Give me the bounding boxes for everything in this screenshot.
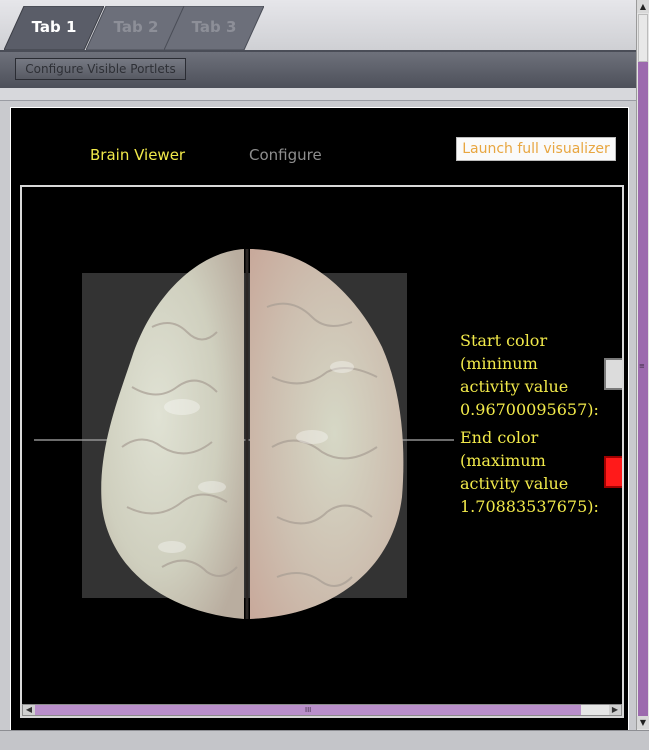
tab-strip: Tab 1 Tab 2 Tab 3: [0, 0, 636, 52]
end-color-swatch[interactable]: [604, 456, 622, 488]
scroll-right-icon[interactable]: ▶: [609, 705, 621, 715]
horizontal-scroll-thumb[interactable]: III: [35, 705, 581, 715]
end-color-line2: (maximum: [460, 451, 546, 470]
vertical-scrollbar[interactable]: ▲ ≡ ▼: [636, 0, 649, 730]
end-color-line4: 1.70883537675):: [460, 497, 599, 516]
separator-band: [0, 88, 636, 101]
start-color-line3: activity value: [460, 377, 569, 396]
scroll-left-icon[interactable]: ◀: [23, 705, 35, 715]
launch-full-visualizer-button[interactable]: Launch full visualizer: [456, 137, 616, 161]
grip-icon: III: [305, 706, 312, 714]
tab-3[interactable]: Tab 3: [164, 6, 264, 50]
end-color-line3: activity value: [460, 474, 569, 493]
vertical-grip-icon: ≡: [639, 362, 645, 370]
tab-2-label: Tab 2: [113, 18, 159, 36]
start-color-line1: Start color: [460, 331, 548, 350]
end-color-label: End color (maximum activity value 1.7088…: [460, 426, 599, 518]
start-color-line4: 0.96700095657):: [460, 400, 599, 419]
start-color-line2: (mininum: [460, 354, 538, 373]
end-color-line1: End color: [460, 428, 539, 447]
tab-3-label: Tab 3: [191, 18, 237, 36]
horizontal-scrollbar[interactable]: ◀ III ▶: [22, 704, 622, 716]
bottom-status-bar: [0, 730, 649, 750]
start-color-label: Start color (mininum activity value 0.96…: [460, 329, 599, 421]
vertical-scroll-thumb[interactable]: [638, 14, 648, 62]
scroll-down-icon[interactable]: ▼: [637, 716, 649, 729]
tab-1-label: Tab 1: [31, 18, 77, 36]
start-color-swatch[interactable]: [604, 358, 622, 390]
configure-visible-portlets-button[interactable]: Configure Visible Portlets: [15, 58, 186, 80]
scroll-up-icon[interactable]: ▲: [637, 0, 649, 13]
nav-configure-link[interactable]: Configure: [249, 146, 322, 164]
nav-brain-viewer-link[interactable]: Brain Viewer: [90, 146, 185, 164]
